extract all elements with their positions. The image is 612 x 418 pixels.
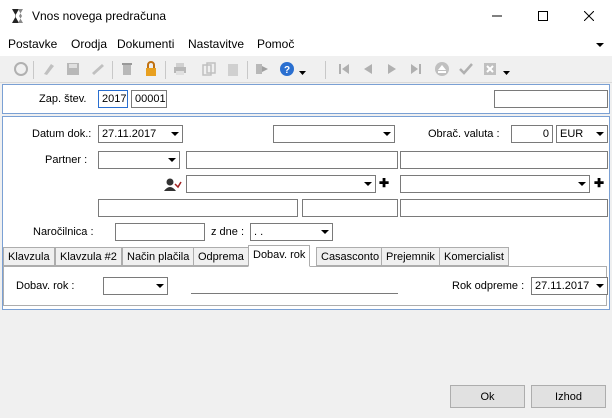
partner-label: Partner : [45, 154, 88, 166]
dobav-rok-dropdown[interactable] [103, 277, 168, 295]
tab-dobav-rok[interactable]: Dobav. rok [248, 245, 311, 267]
partner-dropdown[interactable] [98, 151, 180, 169]
toolbar: ? [0, 57, 612, 83]
chevron-down-icon [578, 182, 586, 186]
dobav-rok-description-line [191, 293, 398, 294]
chevron-down-icon [596, 132, 604, 136]
contact-dropdown[interactable] [186, 175, 376, 193]
minimize-button[interactable] [474, 0, 520, 32]
prev-icon[interactable] [360, 61, 376, 77]
tab-klavzula-2[interactable]: Klavzula #2 [55, 247, 122, 266]
confirm-icon[interactable] [458, 61, 474, 77]
year-input[interactable]: 2017 [98, 90, 128, 108]
eject-icon[interactable] [434, 61, 450, 77]
toolbar-separator [325, 61, 326, 79]
currency-dropdown[interactable]: EUR [556, 125, 608, 143]
rok-odpreme-value: 27.11.2017 [535, 280, 590, 292]
nav-dropdown-icon[interactable] [503, 71, 510, 76]
tab-casasconto[interactable]: Casasconto [316, 247, 385, 266]
z-dne-label: z dne : [211, 226, 245, 238]
menu-overflow-icon[interactable] [596, 40, 604, 48]
valuta-label: Obrač. valuta : [428, 128, 500, 140]
rok-odpreme-dropdown[interactable]: 27.11.2017 [531, 277, 608, 295]
address-field-2[interactable] [302, 199, 398, 217]
chevron-down-icon [156, 284, 164, 288]
doc-type-dropdown[interactable] [273, 125, 395, 143]
top-right-field[interactable] [494, 90, 608, 108]
address-field-1[interactable] [98, 199, 298, 217]
chevron-down-icon [596, 284, 604, 288]
currency-value: EUR [560, 128, 584, 140]
close-button[interactable] [566, 0, 612, 32]
window-title: Vnos novega predračuna [32, 9, 167, 23]
chevron-down-icon [383, 132, 391, 136]
dobav-rok-label: Dobav. rok : [16, 280, 75, 292]
tab-odprema[interactable]: Odprema [193, 247, 249, 266]
pencil-icon[interactable] [90, 61, 106, 77]
svg-text:?: ? [284, 65, 290, 76]
z-dne-dropdown[interactable]: . . [250, 223, 333, 241]
close-icon [584, 11, 594, 21]
last-icon[interactable] [408, 61, 424, 77]
menu-pomoc[interactable]: Pomoč [257, 37, 294, 51]
export-icon[interactable] [254, 61, 270, 77]
izhod-button[interactable]: Izhod [531, 385, 606, 408]
partner-name-field-2[interactable] [400, 151, 608, 169]
datum-label: Datum dok.: [32, 128, 92, 140]
tab-komercialist[interactable]: Komercialist [439, 247, 509, 266]
dobav-rok-tab-panel: Dobav. rok : Rok odpreme : 27.11.2017 [3, 266, 608, 306]
chevron-down-icon [364, 182, 372, 186]
chevron-down-icon [171, 132, 179, 136]
chevron-down-icon [168, 158, 176, 162]
toolbar-separator [33, 61, 34, 79]
menu-postavke[interactable]: Postavke [8, 37, 57, 51]
next-icon[interactable] [384, 61, 400, 77]
menu-dokumenti[interactable]: Dokumenti [117, 37, 174, 51]
toolbar-separator [247, 61, 248, 79]
tab-klavzula[interactable]: Klavzula [3, 247, 55, 266]
add-contact-icon[interactable]: ✚ [379, 176, 389, 190]
lock-icon[interactable] [143, 61, 159, 77]
number-input[interactable]: 00001 [131, 90, 167, 108]
copy-icon[interactable] [201, 61, 217, 77]
maximize-button[interactable] [520, 0, 566, 32]
help-icon[interactable]: ? [279, 61, 295, 77]
print-icon[interactable] [172, 61, 188, 77]
menu-bar: Postavke Orodja Dokumenti Nastavitve Pom… [0, 32, 612, 56]
add-contact-icon-2[interactable]: ✚ [594, 176, 604, 190]
toolbar-separator [165, 61, 166, 79]
ok-button[interactable]: Ok [450, 385, 525, 408]
save-icon[interactable] [65, 61, 81, 77]
edit-icon[interactable] [41, 61, 57, 77]
contacts-icon[interactable] [164, 177, 182, 191]
app-logo-icon [12, 9, 23, 23]
chevron-down-icon [321, 230, 329, 234]
rok-odpreme-label: Rok odpreme : [452, 280, 525, 292]
delete-icon[interactable] [119, 61, 135, 77]
address-field-3[interactable] [400, 199, 608, 217]
menu-nastavitve[interactable]: Nastavitve [188, 37, 244, 51]
menu-orodja[interactable]: Orodja [71, 37, 107, 51]
narocilnica-input[interactable] [115, 223, 205, 241]
tab-nacin-placila[interactable]: Način plačila [122, 247, 195, 266]
datum-value: 27.11.2017 [102, 128, 157, 140]
datum-dropdown[interactable]: 27.11.2017 [98, 125, 183, 143]
paste-icon[interactable] [225, 61, 241, 77]
exchange-rate-input[interactable]: 0 [511, 125, 553, 143]
first-icon[interactable] [336, 61, 352, 77]
partner-name-field[interactable] [186, 151, 398, 169]
help-dropdown-icon[interactable] [299, 71, 306, 76]
zap-stev-label: Zap. štev. [39, 93, 87, 105]
document-number-panel: Zap. štev. 2017 00001 [2, 84, 610, 114]
maximize-icon [538, 11, 548, 21]
z-dne-value: . . [254, 226, 264, 238]
refresh-icon[interactable] [13, 61, 29, 77]
tab-prejemnik[interactable]: Prejemnik [381, 247, 440, 266]
contact-dropdown-2[interactable] [400, 175, 590, 193]
title-bar: Vnos novega predračuna [0, 0, 612, 32]
toolbar-separator [112, 61, 113, 79]
narocilnica-label: Naročilnica : [33, 226, 94, 238]
minimize-icon [492, 15, 502, 17]
cancel-icon[interactable] [482, 61, 498, 77]
